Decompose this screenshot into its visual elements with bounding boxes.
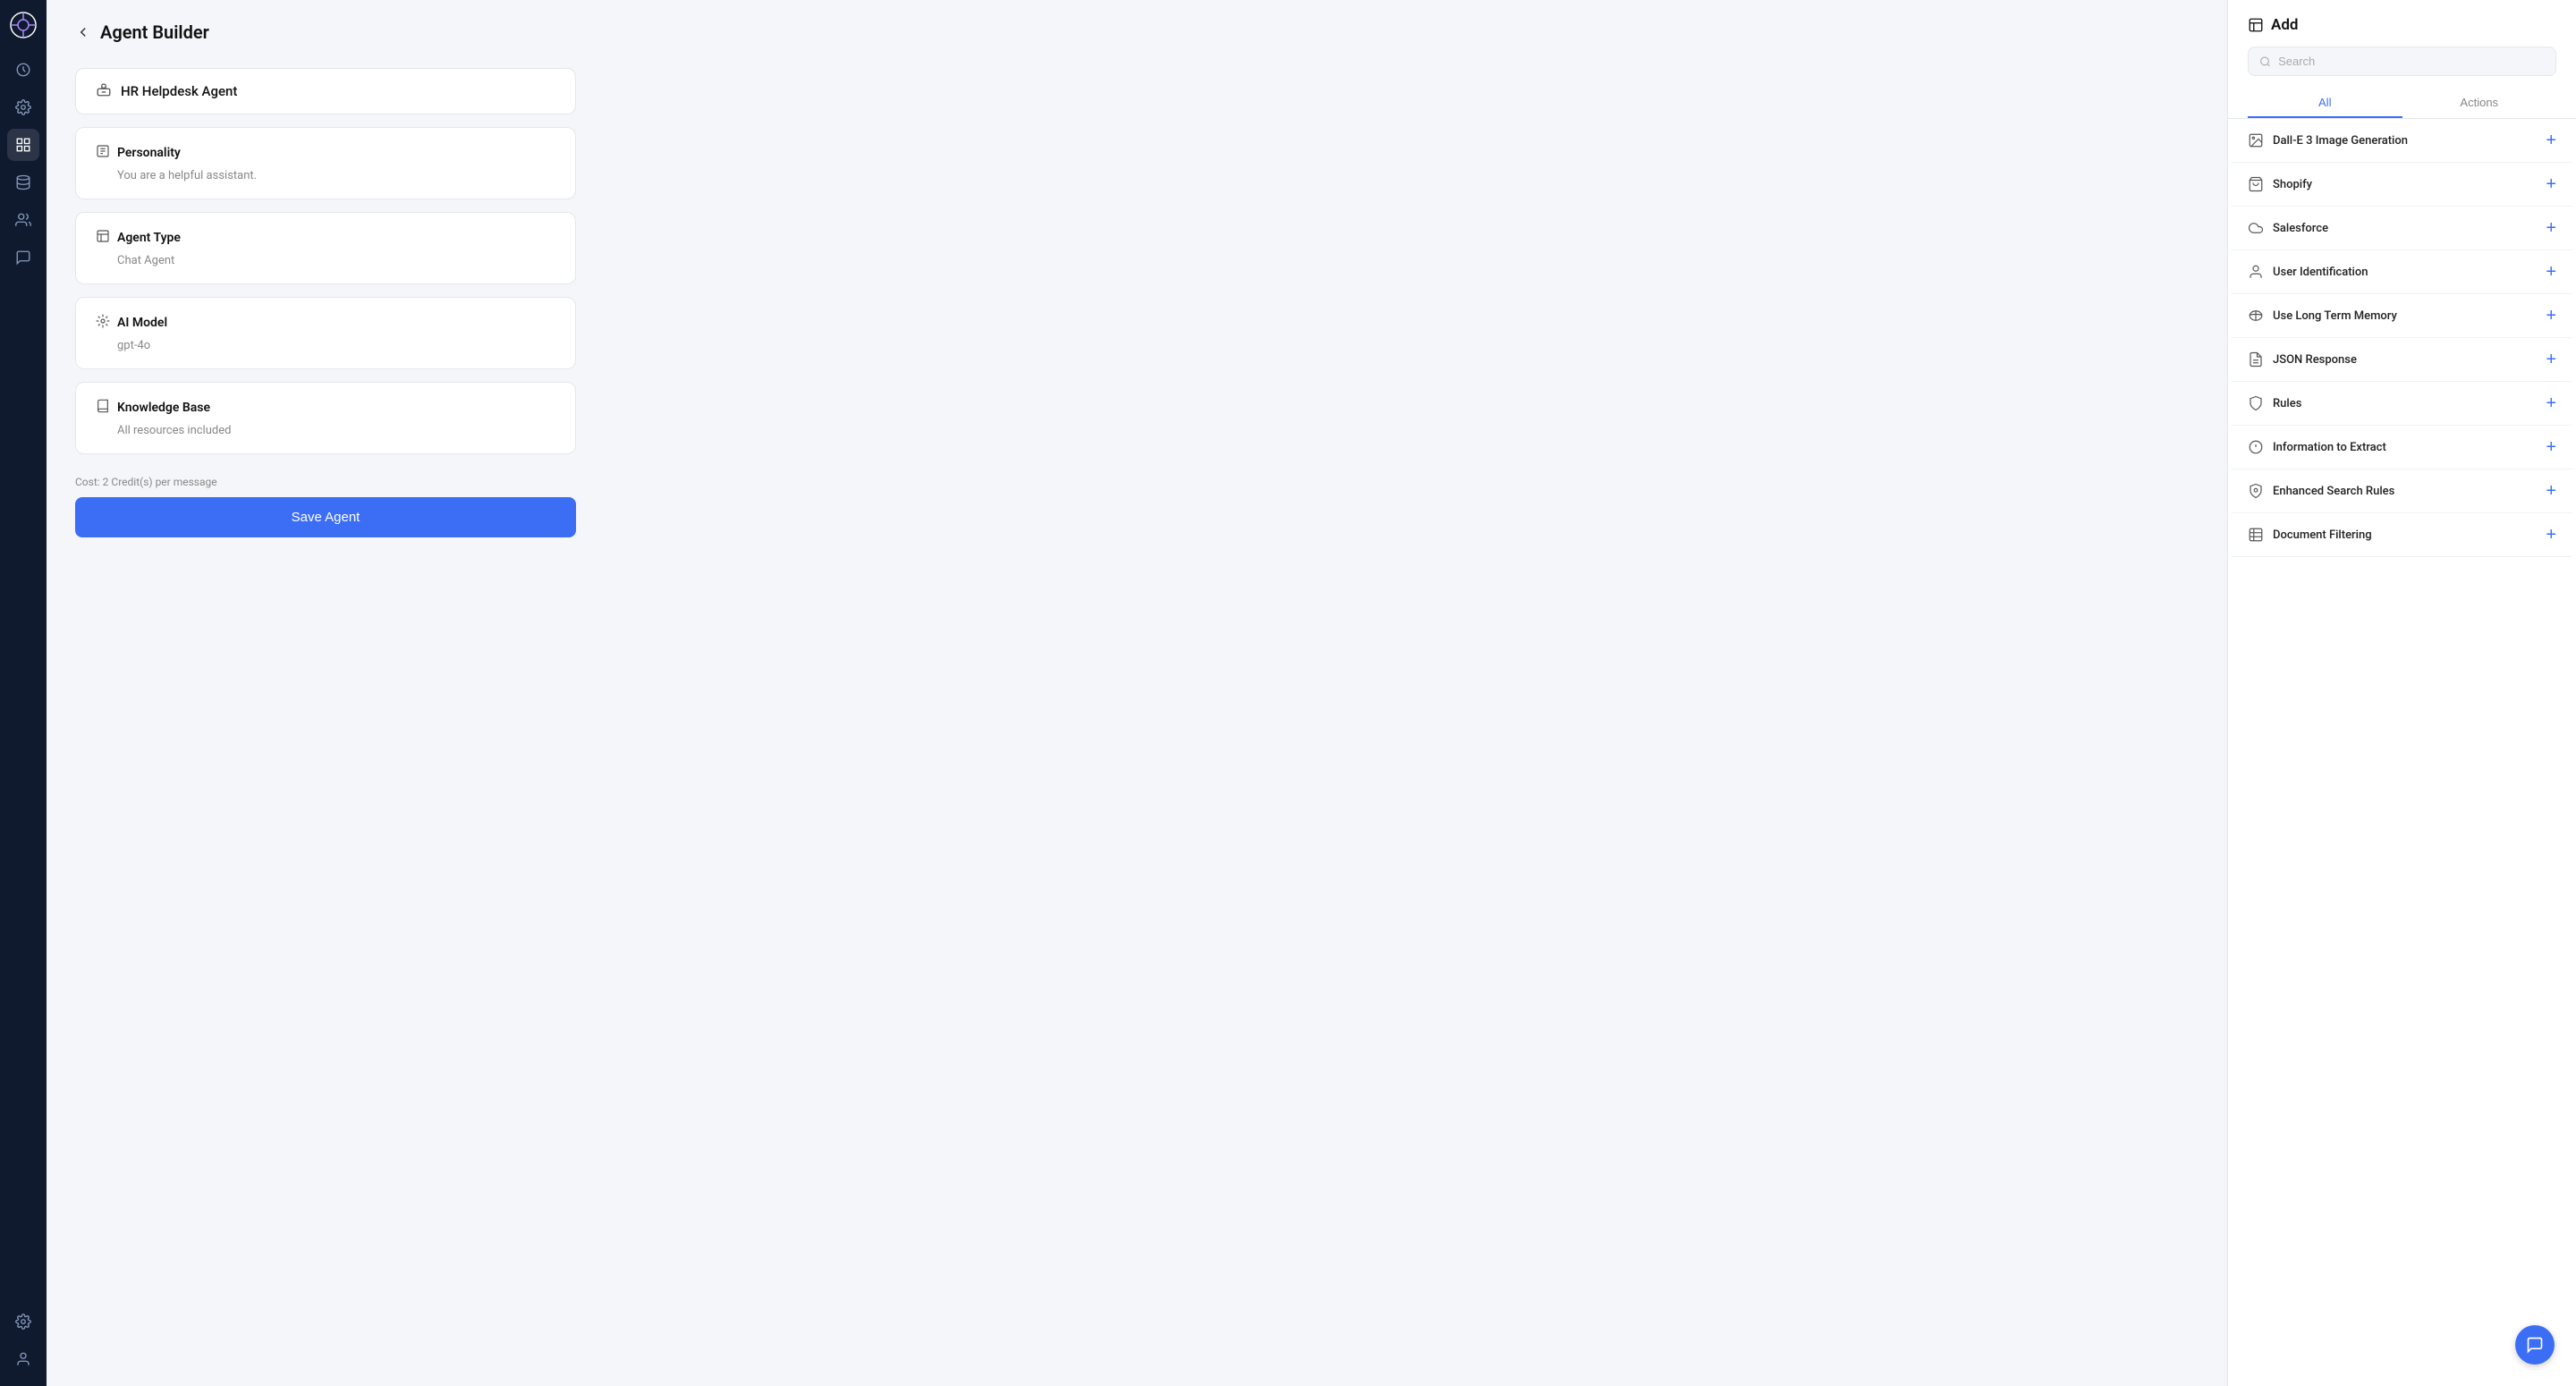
ai-model-value: gpt-4o — [96, 339, 555, 352]
tab-actions[interactable]: Actions — [2402, 89, 2557, 118]
personality-title: Personality — [117, 146, 181, 160]
json-label: JSON Response — [2273, 353, 2357, 367]
salesforce-label: Salesforce — [2273, 222, 2328, 235]
right-panel-header: Add All Actions — [2228, 0, 2576, 119]
agent-type-card[interactable]: Agent Type Chat Agent — [75, 212, 576, 284]
save-agent-button[interactable]: Save Agent — [75, 497, 576, 537]
items-list: Dall-E 3 Image Generation + Shopify — [2228, 119, 2576, 1386]
cost-text: Cost: 2 Credit(s) per message — [75, 476, 576, 488]
search-box[interactable] — [2248, 46, 2556, 76]
personality-card[interactable]: Personality You are a helpful assistant. — [75, 127, 576, 199]
sidebar-item-settings[interactable] — [7, 91, 39, 123]
long-term-memory-icon — [2248, 308, 2264, 324]
rules-label: Rules — [2273, 397, 2301, 410]
knowledge-base-value: All resources included — [96, 424, 555, 437]
sidebar-item-database[interactable] — [7, 166, 39, 199]
agent-icon — [96, 81, 112, 101]
list-item-user-identification[interactable]: User Identification + — [2232, 250, 2572, 294]
knowledge-base-icon — [96, 399, 110, 417]
card-header-knowledge-base: Knowledge Base — [96, 399, 555, 417]
shopify-label: Shopify — [2273, 178, 2312, 191]
list-item-rules[interactable]: Rules + — [2232, 382, 2572, 426]
rules-icon — [2248, 395, 2264, 411]
list-item-dalle3[interactable]: Dall-E 3 Image Generation + — [2232, 119, 2572, 163]
enhanced-search-icon — [2248, 483, 2264, 499]
sidebar-item-user-profile[interactable] — [7, 1343, 39, 1375]
dalle3-icon — [2248, 132, 2264, 148]
ai-model-card[interactable]: AI Model gpt-4o — [75, 297, 576, 369]
back-button[interactable] — [75, 24, 91, 40]
agent-name-card[interactable]: HR Helpdesk Agent — [75, 68, 576, 114]
salesforce-icon — [2248, 220, 2264, 236]
user-id-label: User Identification — [2273, 266, 2368, 279]
app-logo[interactable] — [9, 11, 38, 39]
agent-type-title: Agent Type — [117, 231, 181, 245]
user-id-icon — [2248, 264, 2264, 280]
personality-icon — [96, 144, 110, 162]
sidebar — [0, 0, 47, 1386]
page-header: Agent Builder — [75, 21, 2199, 43]
sidebar-item-users[interactable] — [7, 204, 39, 236]
knowledge-base-title: Knowledge Base — [117, 401, 210, 415]
footer-area: Cost: 2 Credit(s) per message Save Agent — [75, 476, 576, 537]
doc-filtering-label: Document Filtering — [2273, 528, 2372, 542]
sidebar-item-grid[interactable] — [7, 129, 39, 161]
ai-model-icon — [96, 314, 110, 332]
doc-filtering-icon — [2248, 527, 2264, 543]
knowledge-base-card[interactable]: Knowledge Base All resources included — [75, 382, 576, 454]
card-header-personality: Personality — [96, 144, 555, 162]
sidebar-item-home[interactable] — [7, 54, 39, 86]
card-header-agent-type: Agent Type — [96, 229, 555, 247]
list-item-enhanced-search[interactable]: Enhanced Search Rules + — [2232, 469, 2572, 513]
list-item-salesforce[interactable]: Salesforce + — [2232, 207, 2572, 250]
shopify-icon — [2248, 176, 2264, 192]
list-item-doc-filtering[interactable]: Document Filtering + — [2232, 513, 2572, 557]
dalle3-add-button[interactable]: + — [2546, 131, 2556, 149]
center-panel: Agent Builder HR Helpdesk Agent — [47, 0, 2227, 1386]
info-extract-add-button[interactable]: + — [2546, 438, 2556, 456]
agent-type-icon — [96, 229, 110, 247]
right-panel: Add All Actions — [2227, 0, 2576, 1386]
rules-add-button[interactable]: + — [2546, 394, 2556, 412]
chat-bubble-button[interactable] — [2515, 1325, 2555, 1365]
list-item-info-extract[interactable]: Information to Extract + — [2232, 426, 2572, 469]
info-extract-icon — [2248, 439, 2264, 455]
user-id-add-button[interactable]: + — [2546, 263, 2556, 281]
ai-model-title: AI Model — [117, 316, 167, 330]
tab-all[interactable]: All — [2248, 89, 2402, 118]
sidebar-item-gear[interactable] — [7, 1306, 39, 1338]
doc-filtering-add-button[interactable]: + — [2546, 526, 2556, 544]
dalle3-label: Dall-E 3 Image Generation — [2273, 134, 2408, 148]
main-content: Agent Builder HR Helpdesk Agent — [47, 0, 2576, 1386]
sidebar-bottom — [7, 1306, 39, 1375]
agent-type-value: Chat Agent — [96, 254, 555, 267]
long-term-memory-add-button[interactable]: + — [2546, 307, 2556, 325]
card-header-ai-model: AI Model — [96, 314, 555, 332]
sidebar-item-messages[interactable] — [7, 241, 39, 274]
add-panel-title: Add — [2248, 16, 2556, 34]
long-term-memory-label: Use Long Term Memory — [2273, 309, 2397, 323]
enhanced-search-add-button[interactable]: + — [2546, 482, 2556, 500]
tabs-row: All Actions — [2248, 89, 2556, 118]
search-input[interactable] — [2278, 55, 2545, 68]
list-item-shopify[interactable]: Shopify + — [2232, 163, 2572, 207]
personality-value: You are a helpful assistant. — [96, 169, 555, 182]
list-item-long-term-memory[interactable]: Use Long Term Memory + — [2232, 294, 2572, 338]
info-extract-label: Information to Extract — [2273, 441, 2386, 454]
json-icon — [2248, 351, 2264, 368]
page-title: Agent Builder — [100, 21, 209, 43]
salesforce-add-button[interactable]: + — [2546, 219, 2556, 237]
agent-name-text: HR Helpdesk Agent — [121, 83, 237, 99]
shopify-add-button[interactable]: + — [2546, 175, 2556, 193]
enhanced-search-label: Enhanced Search Rules — [2273, 485, 2394, 498]
json-add-button[interactable]: + — [2546, 351, 2556, 368]
list-item-json-response[interactable]: JSON Response + — [2232, 338, 2572, 382]
search-icon — [2259, 55, 2271, 68]
